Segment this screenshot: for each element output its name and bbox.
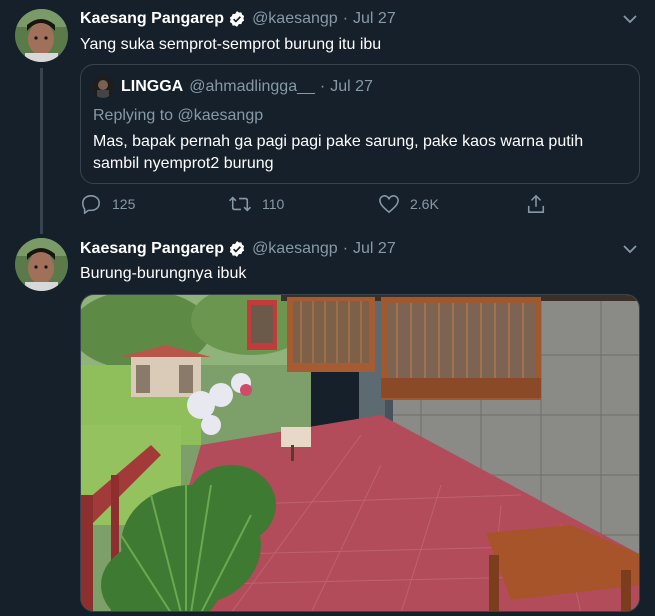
tweet-header: Kaesang Pangarep @kaesangp · Jul 27 (80, 9, 396, 29)
handle[interactable]: @kaesangp (252, 10, 338, 28)
timestamp[interactable]: Jul 27 (353, 10, 396, 28)
display-name[interactable]: Kaesang Pangarep (80, 10, 224, 28)
chevron-down-icon[interactable] (623, 244, 637, 254)
tweet-photo[interactable] (80, 294, 640, 612)
handle[interactable]: @kaesangp (252, 240, 338, 258)
quote-text: Mas, bapak pernah ga pagi pagi pake saru… (93, 133, 584, 172)
share-icon (527, 194, 545, 213)
quote-handle: @ahmadlingga__ (189, 78, 315, 95)
tweet-text: Burung-burungnya ibuk (80, 265, 247, 282)
thread-line (40, 68, 43, 234)
quote-separator: · (319, 78, 326, 95)
reply-icon (82, 195, 100, 214)
chevron-down-icon[interactable] (623, 14, 637, 24)
quote-header: LINGGA @ahmadlingga__ · Jul 27 (121, 78, 373, 96)
avatar[interactable] (15, 9, 68, 62)
avatar[interactable] (15, 238, 68, 291)
separator: · (342, 240, 349, 257)
quote-display-name: LINGGA (121, 78, 184, 95)
avatar-image (15, 238, 68, 291)
tweet-actions: 125 110 2.6K (80, 194, 560, 218)
separator: · (342, 10, 349, 27)
replying-to: Replying to @kaesangp (93, 107, 264, 124)
retweet-icon (228, 196, 252, 212)
share-button[interactable] (526, 194, 556, 214)
quoted-tweet[interactable]: LINGGA @ahmadlingga__ · Jul 27 Replying … (80, 64, 640, 184)
quote-avatar (92, 76, 114, 98)
heart-icon (379, 195, 399, 214)
verified-badge-icon (229, 11, 245, 27)
tweet-1[interactable]: Kaesang Pangarep @kaesangp · Jul 27 Yang… (0, 0, 655, 234)
timestamp[interactable]: Jul 27 (353, 240, 396, 258)
tweet-header: Kaesang Pangarep @kaesangp · Jul 27 (80, 239, 396, 259)
retweet-button[interactable]: 110 (228, 194, 284, 214)
quote-timestamp: Jul 27 (330, 78, 373, 95)
reply-count: 125 (112, 196, 136, 212)
tweet-text: Yang suka semprot-semprot burung itu ibu (80, 36, 382, 53)
reply-button[interactable]: 125 (80, 194, 135, 214)
verified-badge-icon (229, 241, 245, 257)
photo-terrace-bird-cages (81, 295, 639, 611)
like-button[interactable]: 2.6K (378, 194, 439, 214)
display-name[interactable]: Kaesang Pangarep (80, 240, 224, 258)
like-count: 2.6K (410, 196, 439, 212)
avatar-image (15, 9, 68, 62)
retweet-count: 110 (262, 196, 285, 212)
